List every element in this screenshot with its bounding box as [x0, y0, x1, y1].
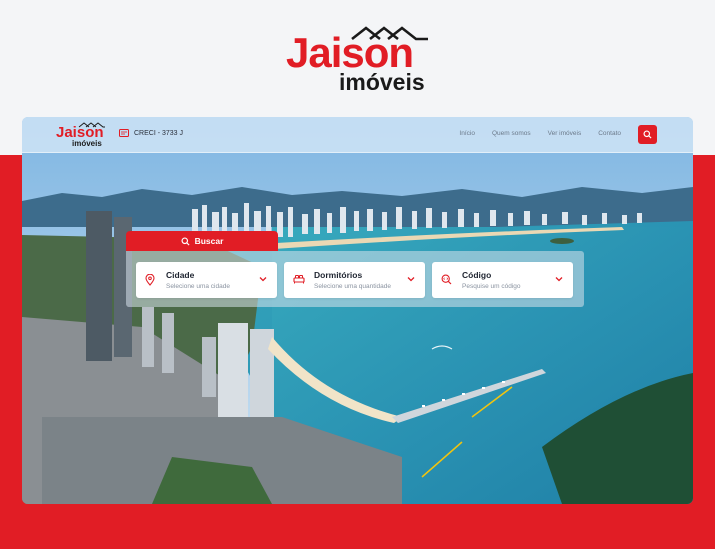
code-label: Código [462, 270, 492, 280]
nav-search-button[interactable] [638, 125, 657, 144]
brand-name: Jaison [286, 29, 414, 76]
search-icon [181, 236, 190, 246]
bedrooms-select[interactable]: Dormitórios Selecione uma quantidade [284, 262, 425, 298]
brand-name-small: Jaison [56, 124, 104, 141]
nav-links: Início Quem somos Ver imóveis Contato [459, 130, 621, 137]
chevron-down-icon [407, 277, 415, 282]
bedrooms-placeholder: Selecione uma quantidade [314, 283, 391, 290]
search-panel: Cidade Selecione uma cidade Dormitórios … [126, 251, 584, 307]
bedrooms-label: Dormitórios [314, 270, 363, 280]
nav-link-inicio[interactable]: Início [459, 130, 475, 137]
website-preview: Jaison imóveis CRECI - 3733 J Início Que… [22, 117, 693, 504]
search-icon [643, 130, 652, 139]
id-card-icon [119, 129, 129, 137]
creci-info: CRECI - 3733 J [119, 129, 183, 137]
top-navigation-bar: Jaison imóveis CRECI - 3733 J Início Que… [22, 117, 693, 153]
nav-link-quem-somos[interactable]: Quem somos [492, 130, 531, 137]
code-search-field[interactable]: Código Pesquise um código [432, 262, 573, 298]
city-placeholder: Selecione uma cidade [166, 283, 230, 290]
chevron-down-icon [259, 277, 267, 282]
city-beach-photo [22, 117, 693, 504]
search-tab[interactable]: Buscar [126, 231, 278, 251]
brand-logo-large: Jaison imóveis [286, 26, 436, 96]
creci-text: CRECI - 3733 J [134, 129, 184, 137]
code-search-icon [441, 274, 452, 285]
search-tab-label: Buscar [194, 236, 224, 246]
city-select[interactable]: Cidade Selecione uma cidade [136, 262, 277, 298]
code-placeholder: Pesquise um código [462, 283, 521, 290]
location-pin-icon [145, 274, 155, 286]
brand-subtitle-small: imóveis [72, 139, 102, 148]
brand-logo-small[interactable]: Jaison imóveis [56, 122, 106, 148]
bed-icon [293, 275, 305, 284]
city-label: Cidade [166, 270, 195, 280]
chevron-down-icon [555, 277, 563, 282]
brand-subtitle: imóveis [339, 69, 425, 95]
nav-link-contato[interactable]: Contato [598, 130, 621, 137]
nav-link-ver-imoveis[interactable]: Ver imóveis [548, 130, 582, 137]
